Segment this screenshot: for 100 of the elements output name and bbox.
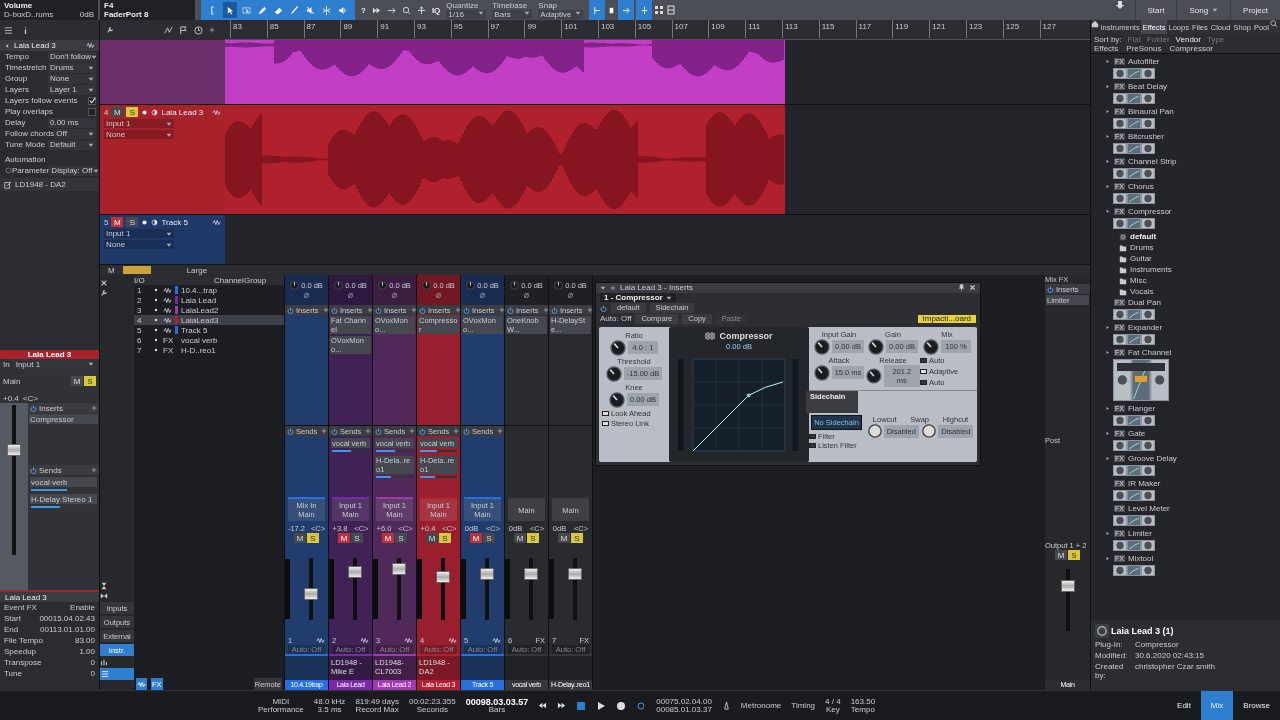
- output-dropdown[interactable]: None: [104, 130, 174, 139]
- view-tab[interactable]: Mix: [1200, 691, 1234, 720]
- checkbox[interactable]: [88, 96, 96, 105]
- preset-item[interactable]: Guitar: [1113, 253, 1280, 264]
- sort-option[interactable]: Vendor: [1175, 34, 1201, 44]
- menu-icon[interactable]: [4, 25, 13, 35]
- power-icon[interactable]: [419, 427, 426, 435]
- plus-icon[interactable]: [365, 428, 372, 434]
- phase-icon[interactable]: [479, 292, 486, 299]
- fader-handle[interactable]: [568, 567, 582, 580]
- monitor-icon[interactable]: [151, 108, 159, 116]
- plus-icon[interactable]: [91, 405, 97, 411]
- breadcrumb-link[interactable]: Compressor: [1169, 44, 1214, 53]
- checkbox[interactable]: [602, 411, 609, 416]
- gain-knob[interactable]: [422, 281, 432, 290]
- io-dropdown[interactable]: I/O: [134, 275, 214, 285]
- iq-button[interactable]: IQ: [431, 5, 441, 15]
- inspector-field[interactable]: 0.00 ms: [48, 117, 96, 128]
- input-dropdown[interactable]: Input 1: [104, 119, 174, 128]
- metronome-icon[interactable]: [721, 701, 731, 710]
- checkbox[interactable]: [920, 369, 927, 374]
- knob[interactable]: [813, 365, 830, 381]
- plus-icon[interactable]: [542, 307, 549, 313]
- record-icon[interactable]: [141, 108, 149, 116]
- inspector-dropdown[interactable]: None: [48, 73, 96, 84]
- fader-handle[interactable]: [392, 563, 406, 576]
- solo-button[interactable]: S: [439, 533, 451, 543]
- power-icon[interactable]: [331, 427, 338, 435]
- power-icon[interactable]: [463, 306, 470, 314]
- plus-icon[interactable]: [454, 307, 461, 313]
- size-dropdown[interactable]: Large: [186, 265, 208, 275]
- gain-knob[interactable]: [290, 281, 300, 290]
- knob[interactable]: [610, 340, 626, 356]
- plus-icon[interactable]: [610, 284, 616, 291]
- knob[interactable]: [605, 366, 622, 382]
- channel-row[interactable]: 7 FX H-D..reo1: [134, 345, 284, 355]
- knob[interactable]: [868, 339, 885, 355]
- preset-item[interactable]: Misc: [1113, 275, 1280, 286]
- mute-button[interactable]: M: [382, 533, 394, 543]
- wave-view-button[interactable]: [136, 678, 147, 690]
- checkbox[interactable]: [809, 443, 816, 449]
- preset-item[interactable]: Vocals: [1113, 286, 1280, 297]
- insert-slot[interactable]: Compressor: [29, 414, 98, 424]
- inspector-dropdown[interactable]: Don't follow: [48, 51, 96, 62]
- mute-button[interactable]: M: [426, 533, 438, 543]
- snap-button[interactable]: [589, 0, 606, 20]
- tool-button[interactable]: [223, 2, 237, 18]
- checkbox[interactable]: [920, 380, 927, 385]
- close-icon[interactable]: [100, 279, 108, 287]
- flag-icon[interactable]: [179, 25, 188, 35]
- channel-row[interactable]: 6 FX vocal verb: [134, 335, 284, 345]
- fader-handle[interactable]: [1060, 580, 1075, 593]
- knob[interactable]: [867, 424, 882, 439]
- edit-icon[interactable]: [4, 180, 12, 189]
- inspector-dropdown[interactable]: Drums: [48, 62, 96, 73]
- knob[interactable]: [609, 392, 626, 408]
- fader-handle[interactable]: [524, 567, 538, 580]
- mute-button[interactable]: M: [558, 533, 570, 543]
- breadcrumb-link[interactable]: PreSonus: [1126, 44, 1162, 53]
- solo-button[interactable]: S: [126, 217, 139, 227]
- solo-button[interactable]: S: [527, 533, 539, 543]
- preset-item[interactable]: default: [1113, 231, 1280, 242]
- plus-icon[interactable]: [497, 428, 504, 434]
- fader-handle[interactable]: [480, 567, 494, 580]
- collapse-icon[interactable]: [100, 582, 108, 590]
- checkbox[interactable]: [809, 434, 816, 440]
- inspector-dropdown[interactable]: Layer 1: [48, 84, 96, 95]
- power-icon[interactable]: [287, 306, 294, 314]
- solo-button[interactable]: S: [483, 533, 495, 543]
- record-icon[interactable]: [141, 218, 149, 226]
- plus-icon[interactable]: [409, 428, 416, 434]
- power-icon[interactable]: [507, 306, 514, 314]
- inspector-dropdown[interactable]: Display: Off: [49, 165, 98, 176]
- split-view-button[interactable]: [636, 0, 653, 20]
- mute-button[interactable]: M: [71, 376, 83, 386]
- inspector-dropdown[interactable]: Off: [54, 128, 96, 139]
- fader-handle[interactable]: [436, 570, 450, 583]
- film-icon[interactable]: [666, 5, 677, 15]
- setting-dropdown[interactable]: Bars: [492, 10, 533, 19]
- phase-icon[interactable]: [435, 292, 442, 299]
- plus-icon[interactable]: [209, 27, 215, 33]
- power-icon[interactable]: [331, 306, 338, 314]
- preset-item[interactable]: Drums: [1113, 242, 1280, 253]
- loop-icon[interactable]: [636, 700, 647, 711]
- rewind-icon[interactable]: [538, 701, 548, 710]
- power-icon[interactable]: [5, 167, 12, 174]
- plus-icon[interactable]: [498, 307, 505, 313]
- meter-icon[interactable]: [100, 658, 108, 666]
- solo-button[interactable]: S: [126, 107, 139, 117]
- checkbox[interactable]: [88, 107, 96, 116]
- track-header[interactable]: 4 M S Laia Lead 3 Input 1 None: [100, 105, 225, 214]
- power-icon[interactable]: [30, 404, 37, 412]
- output-dropdown[interactable]: None: [104, 240, 174, 249]
- power-icon[interactable]: [375, 306, 382, 314]
- mute-button[interactable]: M: [338, 533, 350, 543]
- monitor-icon[interactable]: [151, 218, 159, 226]
- nudge-icon[interactable]: [386, 5, 396, 15]
- input-dropdown[interactable]: Input 1: [104, 229, 174, 238]
- fader-handle[interactable]: [7, 444, 21, 456]
- plus-icon[interactable]: [586, 307, 593, 313]
